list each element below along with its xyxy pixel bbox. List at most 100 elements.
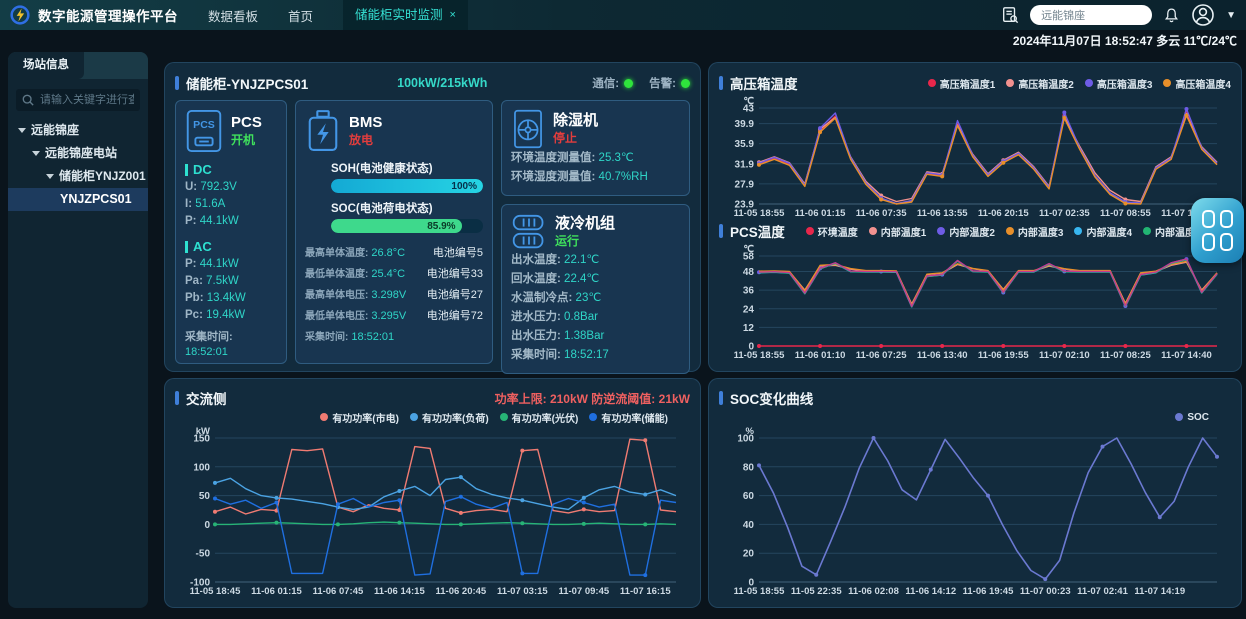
svg-text:11-07 08:25: 11-07 08:25 [1100, 350, 1151, 361]
menu-item-home[interactable]: 首页 [288, 6, 313, 25]
legend-item[interactable]: 高压箱温度3 [1085, 76, 1153, 91]
caret-down-icon[interactable] [46, 174, 54, 179]
tab-cabinet-monitor[interactable]: 储能柜实时监测 × [343, 0, 468, 30]
hv-temp-title: 高压箱温度 [730, 73, 798, 93]
legend-item[interactable]: 内部温度2 [937, 224, 995, 239]
pcs-temp-legend: 环境温度内部温度1内部温度2内部温度3内部温度4内部温度5内部温度6 [795, 224, 1231, 239]
svg-text:11-07 00:23: 11-07 00:23 [1020, 586, 1071, 597]
report-log-icon[interactable] [1001, 6, 1019, 24]
ac-side-chart: 150100500-50-100kW11-05 18:4511-06 01:15… [175, 425, 690, 597]
sidebar-search-input[interactable] [16, 89, 140, 111]
tree-item-pcs-selected[interactable]: YNJZPCS01 [8, 188, 148, 211]
svg-text:11-05 18:55: 11-05 18:55 [734, 208, 785, 219]
tab-close-icon[interactable]: × [450, 0, 456, 30]
tree-item-label: YNJZPCS01 [60, 188, 132, 211]
cooling-title: 液冷机组 [555, 215, 615, 233]
svg-text:11-07 16:15: 11-07 16:15 [620, 586, 671, 597]
legend-item[interactable]: 高压箱温度1 [928, 76, 996, 91]
bell-icon[interactable] [1163, 7, 1180, 24]
svg-text:11-06 19:45: 11-06 19:45 [963, 586, 1014, 597]
caret-down-icon[interactable] [32, 151, 40, 156]
cooling-row: 出水压力: 1.38Bar [511, 327, 680, 346]
menu-item-dashboard[interactable]: 数据看板 [208, 6, 258, 25]
pcs-title: PCS [231, 114, 262, 132]
alarm-label: 告警: [649, 75, 676, 91]
dehumidifier-fan-icon [511, 109, 545, 149]
svg-text:11-07 02:10: 11-07 02:10 [1039, 350, 1090, 361]
tree-item-label: 储能柜YNJZ001 [59, 165, 146, 188]
soh-gauge-fill: 100% [331, 179, 483, 193]
tree-item-cabinet[interactable]: 储能柜YNJZ001 [8, 165, 148, 188]
soc-gauge: 85.9% [331, 219, 483, 233]
svg-text:11-06 19:55: 11-06 19:55 [978, 350, 1029, 361]
search-icon [22, 94, 34, 106]
ac-section-title: AC [185, 239, 277, 254]
ac-row: P: 44.1kW [185, 256, 277, 273]
cooling-status: 运行 [555, 233, 615, 249]
caret-down-icon[interactable] [18, 128, 26, 133]
soh-label: SOH(电池健康状态) [331, 160, 483, 176]
tab-station-info[interactable]: 场站信息 [8, 52, 84, 79]
legend-item[interactable]: 有功功率(储能) [589, 410, 668, 425]
svg-text:11-06 07:25: 11-06 07:25 [856, 350, 907, 361]
soc-panel: SOC变化曲线 SOC 100806040200%11-05 18:5511-0… [708, 378, 1242, 608]
dc-section-title: DC [185, 162, 277, 177]
ac-side-panel: 交流侧 功率上限: 210kW 防逆流阈值: 21kW 有功功率(市电)有功功率… [164, 378, 701, 608]
svg-text:35.9: 35.9 [735, 139, 755, 150]
svg-text:11-06 13:40: 11-06 13:40 [917, 350, 968, 361]
bms-row: 最低单体温度:25.4°C 电池编号33 [305, 263, 483, 284]
top-navbar: 数字能源管理操作平台 数据看板 首页 储能柜实时监测 × ▼ [0, 0, 1246, 30]
bms-title: BMS [349, 114, 382, 132]
bms-row: 最低单体电压:3.295V 电池编号72 [305, 305, 483, 326]
tree-item-power-station[interactable]: 远能锦座电站 [8, 142, 148, 165]
legend-item[interactable]: 内部温度4 [1074, 224, 1132, 239]
legend-item[interactable]: 有功功率(光伏) [500, 410, 579, 425]
svg-text:℃: ℃ [743, 96, 754, 107]
legend-item[interactable]: SOC [1175, 412, 1209, 423]
svg-text:11-07 14:40: 11-07 14:40 [1161, 350, 1212, 361]
svg-text:℃: ℃ [743, 244, 754, 255]
soc-legend: SOC [719, 409, 1231, 425]
bms-status: 放电 [349, 132, 382, 148]
svg-text:80: 80 [743, 462, 755, 473]
legend-item[interactable]: 高压箱温度4 [1163, 76, 1231, 91]
svg-text:PCS: PCS [193, 119, 215, 131]
pcs-icon: PCS [185, 109, 223, 153]
svg-text:11-07 08:55: 11-07 08:55 [1100, 208, 1151, 219]
app-grid-icon [1202, 233, 1215, 251]
tab-label: 储能柜实时监测 [355, 0, 443, 30]
alarm-status-dot [681, 79, 690, 88]
power-limit-annotation: 功率上限: 210kW 防逆流阈值: 21kW [495, 390, 690, 407]
legend-item[interactable]: 内部温度3 [1006, 224, 1064, 239]
bms-row: 最高单体电压:3.298V 电池编号27 [305, 284, 483, 305]
svg-text:11-06 13:55: 11-06 13:55 [917, 208, 968, 219]
svg-text:24: 24 [743, 304, 755, 315]
legend-item[interactable]: 内部温度1 [869, 224, 927, 239]
legend-item[interactable]: 有功功率(市电) [320, 410, 399, 425]
svg-text:11-06 20:15: 11-06 20:15 [978, 208, 1029, 219]
svg-text:12: 12 [743, 323, 755, 334]
dehumidifier-row: 环境湿度测量值: 40.7%RH [511, 168, 680, 187]
cooling-unit-card: 液冷机组 运行 出水温度: 22.1℃ 回水温度: 22.4℃ 水温制冷点: 2… [501, 204, 690, 374]
pcs-card: PCS PCS 开机 DC U: 792.3V I: 51.6A P: 44.1… [175, 100, 287, 364]
legend-item[interactable]: 高压箱温度2 [1006, 76, 1074, 91]
cooling-row: 水温制冷点: 23℃ [511, 289, 680, 308]
avatar-icon[interactable] [1191, 3, 1215, 27]
svg-text:11-06 02:08: 11-06 02:08 [848, 586, 899, 597]
soc-gauge-fill: 85.9% [331, 219, 462, 233]
legend-item[interactable]: 有功功率(负荷) [410, 410, 489, 425]
bms-collect-time: 采集时间:18:52:01 [305, 326, 483, 347]
dc-row: U: 792.3V [185, 179, 277, 196]
svg-text:11-05 18:45: 11-05 18:45 [190, 586, 241, 597]
station-search-input[interactable] [1030, 5, 1152, 25]
svg-text:11-06 01:10: 11-06 01:10 [795, 350, 846, 361]
chevron-down-icon[interactable]: ▼ [1226, 10, 1236, 21]
dehumidifier-title: 除湿机 [553, 112, 598, 130]
svg-text:50: 50 [199, 491, 211, 502]
tree-item-station-group[interactable]: 远能锦座 [8, 119, 148, 142]
svg-text:11-06 14:12: 11-06 14:12 [905, 586, 956, 597]
svg-text:31.9: 31.9 [735, 159, 755, 170]
widget-grid-button[interactable] [1191, 198, 1244, 263]
svg-text:11-07 14:19: 11-07 14:19 [1134, 586, 1185, 597]
legend-item[interactable]: 环境温度 [806, 224, 858, 239]
